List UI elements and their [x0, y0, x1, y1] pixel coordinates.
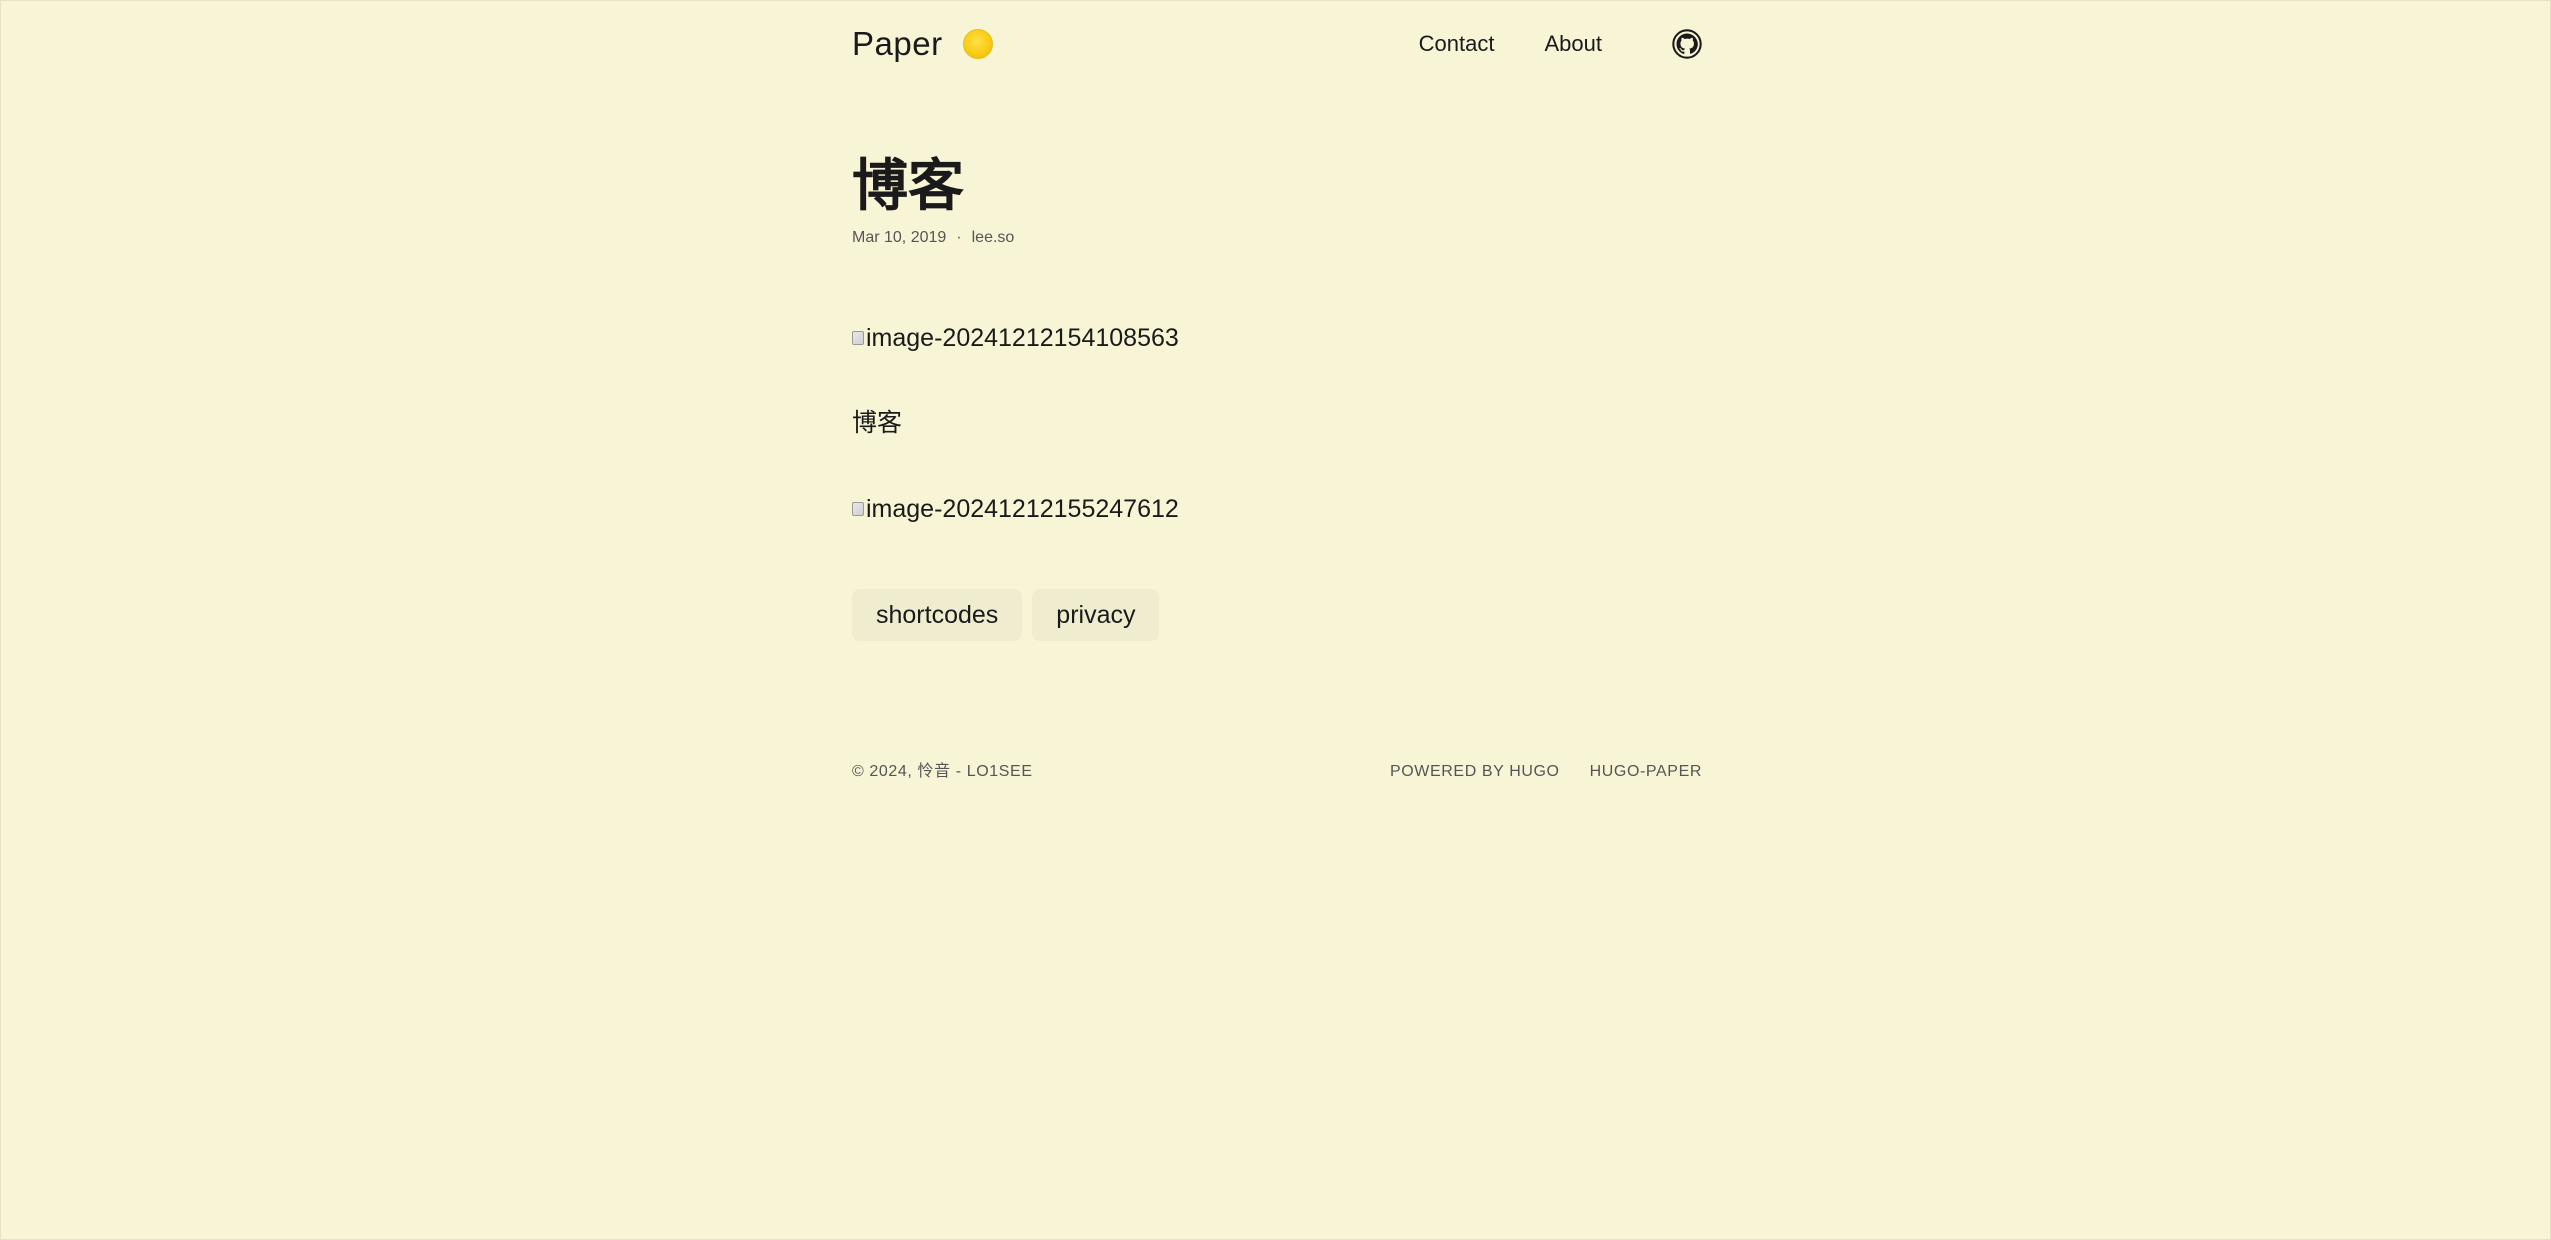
tag-privacy[interactable]: privacy: [1032, 589, 1160, 641]
broken-image-icon: [852, 502, 864, 516]
footer-copyright: © 2024, 怜音 - LO1SEE: [852, 763, 1033, 780]
footer-links: POWERED BY HUGO HUGO-PAPER: [1360, 760, 1702, 784]
post-author: lee.so: [971, 229, 1015, 246]
broken-image-1: image-20241212154108563: [852, 322, 1179, 354]
image-alt-text-1: image-20241212154108563: [866, 324, 1179, 352]
site-header: Paper Contact About: [852, 0, 1702, 90]
post-meta: Mar 10, 2019 · lee.so: [852, 228, 1014, 248]
github-icon[interactable]: [1672, 29, 1702, 59]
brand: Paper: [852, 24, 993, 64]
post-date: Mar 10, 2019: [852, 229, 947, 246]
powered-by-hugo-link[interactable]: POWERED BY HUGO: [1390, 760, 1560, 784]
site-title-link[interactable]: Paper: [852, 24, 943, 64]
post-tags: shortcodes privacy: [852, 589, 1169, 641]
image-alt-text-2: image-20241212155247612: [866, 495, 1179, 523]
page-frame: [0, 0, 2551, 1240]
sun-icon[interactable]: [962, 29, 993, 59]
meta-separator: ·: [956, 229, 962, 246]
hugo-paper-link[interactable]: HUGO-PAPER: [1590, 760, 1702, 784]
post-title: 博客: [852, 154, 964, 217]
broken-image-2: image-20241212155247612: [852, 493, 1179, 525]
tag-shortcodes[interactable]: shortcodes: [852, 589, 1023, 641]
main-nav: Contact About: [1419, 26, 1702, 62]
broken-image-icon: [852, 331, 864, 345]
nav-about-link[interactable]: About: [1545, 26, 1603, 62]
post-paragraph: 博客: [852, 409, 903, 437]
nav-contact-link[interactable]: Contact: [1419, 26, 1495, 62]
